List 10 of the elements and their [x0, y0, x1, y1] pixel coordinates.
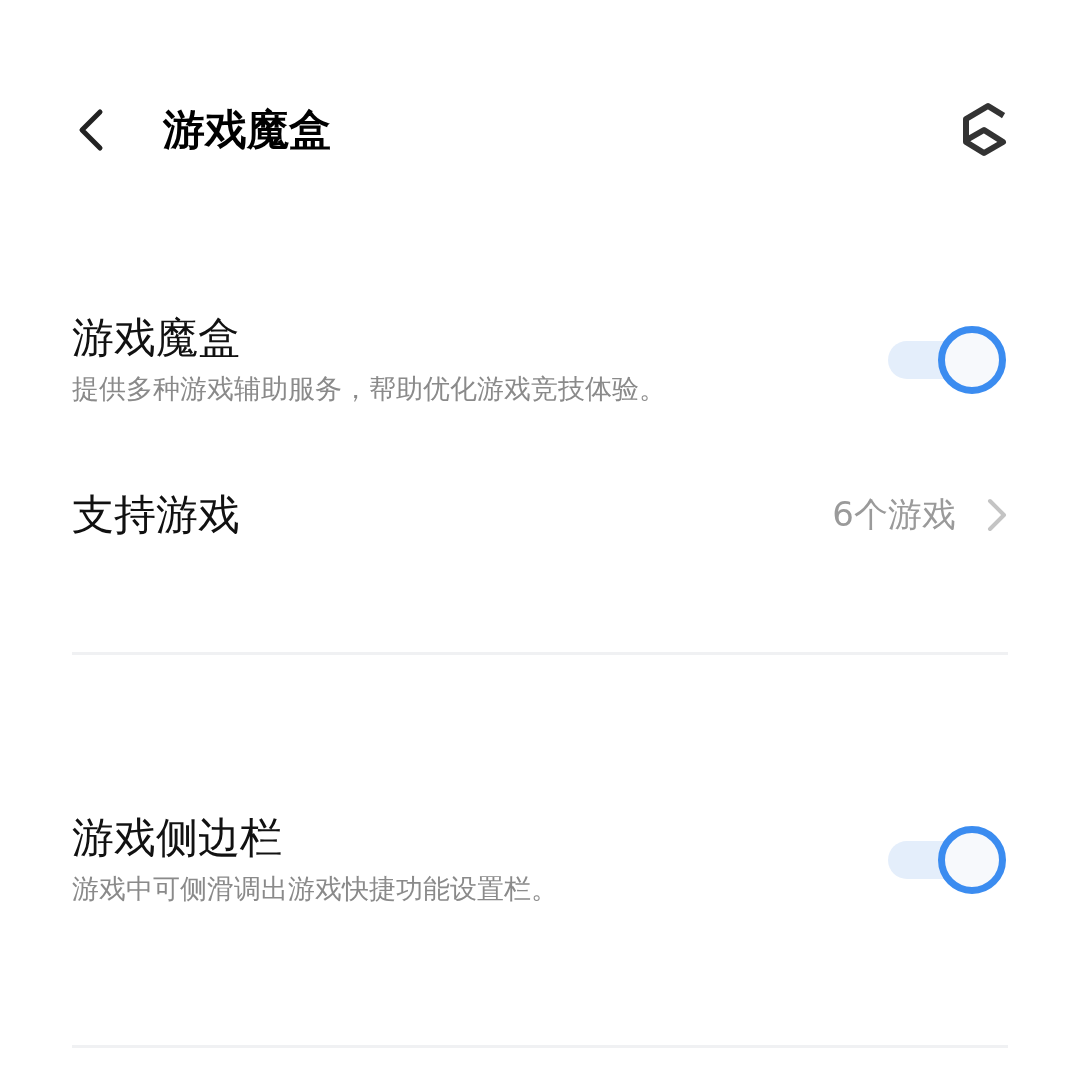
- page-title: 游戏魔盒: [163, 104, 332, 156]
- setting-title: 支持游戏: [72, 489, 240, 541]
- setting-description: 提供多种游戏辅助服务，帮助优化游戏竞技体验。: [72, 372, 666, 407]
- chevron-right-icon[interactable]: [986, 497, 1008, 533]
- toggle-switch[interactable]: [888, 824, 1008, 896]
- setting-title: 游戏侧边栏: [72, 812, 282, 864]
- game-count: 6个游戏: [832, 493, 956, 536]
- setting-description: 游戏中可侧滑调出游戏快捷功能设置栏。: [72, 872, 558, 907]
- setting-title: 游戏魔盒: [72, 312, 240, 364]
- toggle-switch[interactable]: [888, 324, 1008, 396]
